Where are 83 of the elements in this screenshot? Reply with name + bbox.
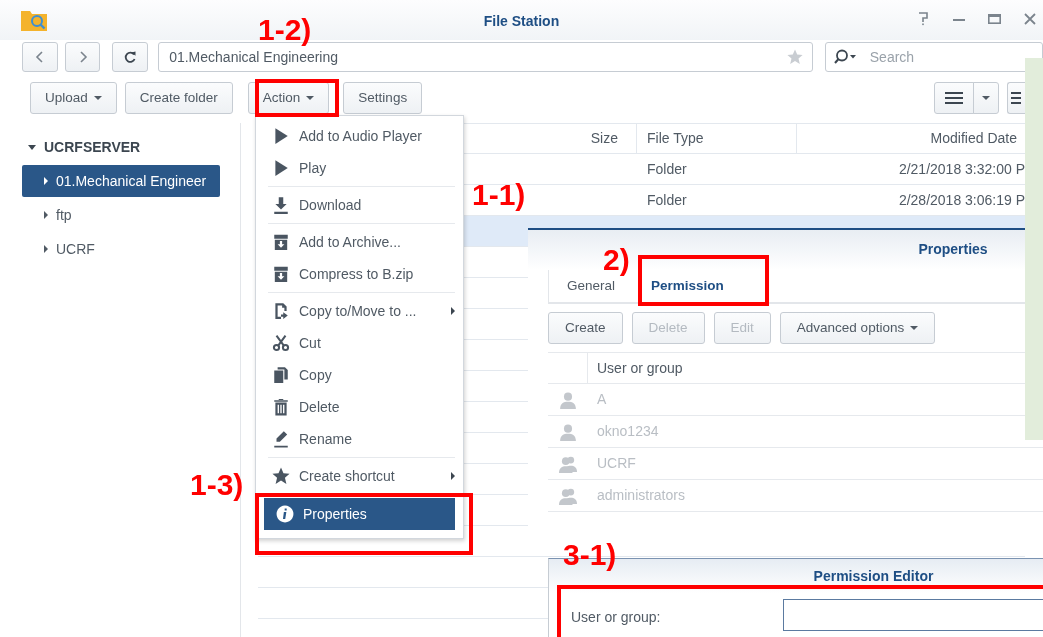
scissors-icon (272, 334, 290, 352)
info-icon (276, 505, 294, 523)
maximize-button[interactable] (988, 14, 1001, 24)
search-field[interactable]: Search (824, 42, 1043, 72)
menu-item[interactable]: Compress to B.zip (260, 258, 455, 290)
help-button[interactable] (918, 12, 928, 26)
table-cell-text: Folder (646, 190, 688, 210)
play-icon (272, 159, 290, 177)
tree-item[interactable]: UCRF (0, 233, 240, 265)
table-cell-text: Folder (646, 159, 688, 179)
forward-button[interactable] (64, 42, 101, 72)
submenu-arrow-icon (451, 472, 455, 480)
table-cell-text: 2/28/2018 3:06:19 P (897, 190, 1025, 210)
toolbar-button[interactable]: Action (247, 82, 330, 114)
user-icon (559, 422, 577, 441)
tree-label: UCRFSERVER (44, 137, 141, 157)
tree-item[interactable]: ftp (0, 199, 240, 231)
toolbar-button[interactable]: Settings (343, 82, 423, 114)
toolbar-button[interactable]: Upload (30, 82, 117, 114)
table-cell-text: administrators (596, 486, 685, 505)
column-header[interactable]: File Type (637, 124, 797, 153)
trash-icon (272, 398, 290, 416)
table-cell-text: 2/21/2018 3:32:00 P (897, 159, 1025, 179)
user-icon (559, 390, 577, 409)
menu-item[interactable]: Add to Archive... (260, 226, 455, 258)
menu-item[interactable]: Properties (264, 498, 455, 530)
maximize-icon (988, 14, 1001, 24)
tab[interactable]: Permission (633, 270, 742, 302)
step-label: 1-2) (258, 15, 312, 45)
refresh-button[interactable] (112, 42, 149, 72)
minimize-icon (953, 19, 965, 21)
back-button[interactable] (22, 42, 58, 72)
caret-icon (93, 96, 102, 100)
menu-item[interactable]: Play (260, 152, 455, 184)
caret-icon (982, 96, 990, 100)
caret-icon (306, 96, 315, 100)
archive-icon (272, 265, 290, 283)
file-arrow-icon (272, 302, 290, 320)
search-icon (833, 49, 858, 65)
toolbar-button[interactable]: Create folder (124, 82, 233, 114)
menu-item[interactable]: Create shortcut (260, 460, 455, 492)
pencil-icon (272, 430, 290, 448)
menu-item[interactable]: Delete (260, 391, 455, 423)
menu-item[interactable]: Copy (260, 359, 455, 391)
field-label: User or group: (571, 608, 661, 627)
close-icon (1024, 13, 1036, 25)
list-icon (945, 91, 963, 105)
options-button[interactable] (1007, 82, 1025, 114)
table-cell-text: UCRF (596, 454, 636, 473)
group-icon (559, 486, 577, 505)
menu-item[interactable]: Download (260, 189, 455, 221)
star-icon[interactable] (786, 49, 803, 65)
column-header[interactable]: Size (513, 124, 637, 153)
dialog-button[interactable]: Advanced options (779, 312, 936, 344)
menu-item[interactable]: Add to Audio Player (260, 120, 455, 152)
step-label: 1-1) (472, 180, 526, 210)
play-icon (272, 127, 290, 145)
refresh-icon (123, 50, 138, 64)
caret-icon (910, 326, 919, 330)
dialog-button[interactable]: Create (548, 312, 623, 344)
table-cell-text: okno1234 (596, 422, 659, 441)
column-header[interactable]: User or group (588, 357, 683, 379)
menu-item[interactable]: Rename (260, 423, 455, 455)
submenu-arrow-icon (451, 307, 455, 315)
star-icon (272, 467, 290, 485)
menu-item[interactable]: Cut (260, 327, 455, 359)
help-icon (918, 12, 928, 26)
tree-root[interactable]: UCRFSERVER (0, 131, 240, 163)
group-icon (559, 454, 577, 473)
list-view-button[interactable] (934, 82, 974, 114)
window-title: File Station (483, 12, 560, 31)
download-icon (272, 196, 290, 214)
close-button[interactable] (1024, 13, 1036, 25)
copy-icon (272, 366, 290, 384)
menu-item[interactable]: Copy to/Move to ... (260, 295, 455, 327)
tree-item[interactable]: 01.Mechanical Engineer (22, 165, 220, 197)
column-header[interactable]: Modified Date (797, 128, 1025, 149)
list-icon (1011, 91, 1021, 105)
table-cell-text: A (596, 390, 607, 409)
archive-icon (272, 233, 290, 251)
step-label: 1-3) (190, 470, 244, 500)
step-label: 2) (603, 245, 630, 275)
folder-search-icon (20, 8, 48, 32)
